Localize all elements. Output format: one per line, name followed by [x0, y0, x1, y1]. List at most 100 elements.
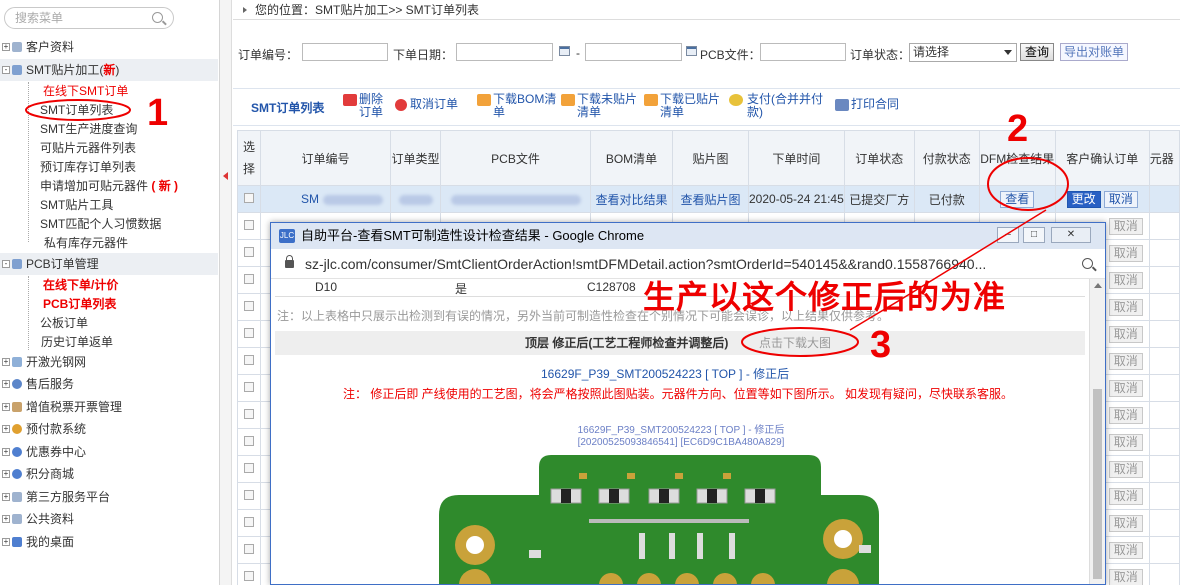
download-placed-button[interactable]: 下载已贴片清单 — [644, 93, 724, 119]
sidebar-item-smt-progress[interactable]: SMT生产进度查询 — [40, 120, 137, 138]
sidebar-item-apply-parts[interactable]: 申请增加可贴元器件 ( 新 ) — [40, 177, 178, 195]
menu-group-prepaid[interactable]: + 预付款系统 — [0, 418, 218, 440]
cancel-order-button[interactable]: 取消 — [1108, 433, 1143, 451]
menu-search-box[interactable] — [4, 7, 174, 29]
expand-icon[interactable]: + — [2, 380, 10, 388]
cancel-order-button[interactable]: 取消 — [1108, 298, 1143, 316]
cancel-order-button[interactable]: 取消 — [1108, 568, 1143, 585]
sidebar-item-pcb-online-order[interactable]: 在线下单/计价 — [43, 276, 118, 294]
menu-group-pcb[interactable]: - PCB订单管理 — [0, 253, 218, 275]
menu-group-third-party[interactable]: + 第三方服务平台 — [0, 486, 218, 508]
cancel-order-button[interactable]: 取消 — [1108, 487, 1143, 505]
menu-group-coupon[interactable]: + 优惠券中心 — [0, 441, 218, 463]
row-checkbox[interactable] — [244, 517, 254, 527]
menu-search-input[interactable] — [15, 8, 145, 28]
row-checkbox[interactable] — [244, 355, 254, 365]
row-checkbox[interactable] — [244, 274, 254, 284]
menu-group-customer[interactable]: + 客户资料 — [0, 36, 218, 58]
scroll-thumb[interactable] — [1093, 389, 1102, 579]
export-statement-button[interactable]: 导出对账单 — [1060, 43, 1129, 61]
menu-group-smt[interactable]: - SMT贴片加工(新) — [0, 59, 218, 81]
cancel-order-button[interactable]: 取消 — [1108, 514, 1143, 532]
menu-group-desktop[interactable]: + 我的桌面 — [0, 531, 218, 553]
window-title-bar[interactable]: JLC 自助平台-查看SMT可制造性设计检查结果 - Google Chrome… — [271, 223, 1105, 249]
sidebar-item-private-stock[interactable]: 私有库存元器件 — [44, 234, 128, 252]
cancel-order-button[interactable]: 取消订单 — [395, 98, 458, 111]
close-icon[interactable]: ✕ — [1051, 227, 1091, 243]
cancel-order-button[interactable]: 取消 — [1108, 352, 1143, 370]
status-select[interactable]: 请选择 — [909, 43, 1017, 62]
cancel-order-button[interactable]: 取消 — [1103, 190, 1138, 208]
expand-icon[interactable]: + — [2, 425, 10, 433]
cancel-order-button[interactable]: 取消 — [1108, 460, 1143, 478]
expand-icon[interactable]: + — [2, 43, 10, 51]
row-checkbox[interactable] — [244, 301, 254, 311]
sidebar-item-pcb-order-list[interactable]: PCB订单列表 — [43, 295, 116, 313]
calendar-icon[interactable] — [559, 46, 570, 56]
file-name-link[interactable]: 16629F_P39_SMT200524223 [ TOP ] - 修正后 — [541, 365, 789, 382]
dfm-view-button[interactable]: 查看 — [1000, 190, 1035, 208]
delete-order-button[interactable]: 删除订单 — [343, 93, 387, 119]
sidebar-item-placeable-parts[interactable]: 可贴片元器件列表 — [40, 139, 136, 157]
pay-button[interactable]: 支付(合并并付款) — [729, 93, 829, 119]
expand-icon[interactable]: + — [2, 403, 10, 411]
row-checkbox[interactable] — [244, 544, 254, 554]
row-checkbox[interactable] — [244, 382, 254, 392]
row-checkbox[interactable] — [244, 571, 254, 581]
sidebar-item-smt-order-list[interactable]: SMT订单列表 — [40, 101, 113, 119]
cancel-order-button[interactable]: 取消 — [1108, 541, 1143, 559]
row-checkbox[interactable] — [244, 490, 254, 500]
row-checkbox[interactable] — [244, 247, 254, 257]
collapse-icon[interactable]: - — [2, 66, 10, 74]
table-row[interactable]: SM 查看对比结果 查看贴片图 2020-05-24 21:45 已提交厂方 已… — [237, 185, 1180, 213]
menu-group-stencil[interactable]: + 开激光钢网 — [0, 351, 218, 373]
menu-group-points[interactable]: + 积分商城 — [0, 463, 218, 485]
menu-group-after-sales[interactable]: + 售后服务 — [0, 373, 218, 395]
expand-icon[interactable]: + — [2, 538, 10, 546]
view-bom-compare-link[interactable]: 查看对比结果 — [595, 193, 667, 207]
start-date-input[interactable] — [456, 43, 553, 61]
row-checkbox[interactable] — [244, 220, 254, 230]
expand-icon[interactable]: + — [2, 470, 10, 478]
row-checkbox[interactable] — [244, 193, 254, 203]
popup-scrollbar[interactable] — [1089, 279, 1105, 584]
sidebar-item-reserved-stock[interactable]: 预订库存订单列表 — [40, 158, 136, 176]
sidebar-item-smt-tools[interactable]: SMT贴片工具 — [40, 196, 113, 214]
menu-group-invoice[interactable]: + 增值税票开票管理 — [0, 396, 218, 418]
row-checkbox[interactable] — [244, 328, 254, 338]
url-text[interactable]: sz-jlc.com/consumer/SmtClientOrderAction… — [305, 256, 986, 272]
expand-icon[interactable]: + — [2, 358, 10, 366]
download-bom-button[interactable]: 下载BOM清单 — [477, 93, 561, 119]
cancel-order-button[interactable]: 取消 — [1108, 406, 1143, 424]
row-checkbox[interactable] — [244, 436, 254, 446]
order-no-link[interactable]: SM — [301, 192, 319, 206]
sidebar-collapse-bar[interactable] — [220, 0, 232, 585]
collapse-arrow-icon[interactable] — [223, 172, 228, 180]
collapse-icon[interactable]: - — [2, 260, 10, 268]
expand-icon[interactable]: + — [2, 493, 10, 501]
cancel-order-button[interactable]: 取消 — [1108, 379, 1143, 397]
sidebar-item-history-reorder[interactable]: 历史订单返单 — [41, 333, 113, 351]
pcb-file-input[interactable] — [760, 43, 846, 61]
cancel-order-button[interactable]: 取消 — [1108, 325, 1143, 343]
view-placement-link[interactable]: 查看贴片图 — [680, 193, 740, 207]
download-unplaced-button[interactable]: 下载未贴片清单 — [561, 93, 641, 119]
scroll-up-icon[interactable] — [1094, 283, 1102, 288]
modify-order-button[interactable]: 更改 — [1066, 190, 1101, 208]
cancel-order-button[interactable]: 取消 — [1108, 244, 1143, 262]
sidebar-item-public-board[interactable]: 公板订单 — [40, 314, 88, 332]
sidebar-item-personal-habits[interactable]: SMT匹配个人习惯数据 — [40, 215, 161, 233]
maximize-icon[interactable]: □ — [1023, 227, 1045, 243]
sidebar-item-online-smt-order[interactable]: 在线下SMT订单 — [43, 82, 128, 100]
zoom-icon[interactable] — [1082, 258, 1093, 269]
expand-icon[interactable]: + — [2, 515, 10, 523]
cancel-order-button[interactable]: 取消 — [1108, 271, 1143, 289]
row-checkbox[interactable] — [244, 463, 254, 473]
cancel-order-button[interactable]: 取消 — [1108, 217, 1143, 235]
menu-group-public[interactable]: + 公共资料 — [0, 508, 218, 530]
end-date-input[interactable] — [585, 43, 682, 61]
order-no-input[interactable] — [302, 43, 388, 61]
search-button[interactable]: 查询 — [1020, 43, 1055, 61]
print-contract-button[interactable]: 打印合同 — [835, 98, 899, 111]
download-big-image-link[interactable]: 点击下载大图 — [759, 331, 831, 355]
